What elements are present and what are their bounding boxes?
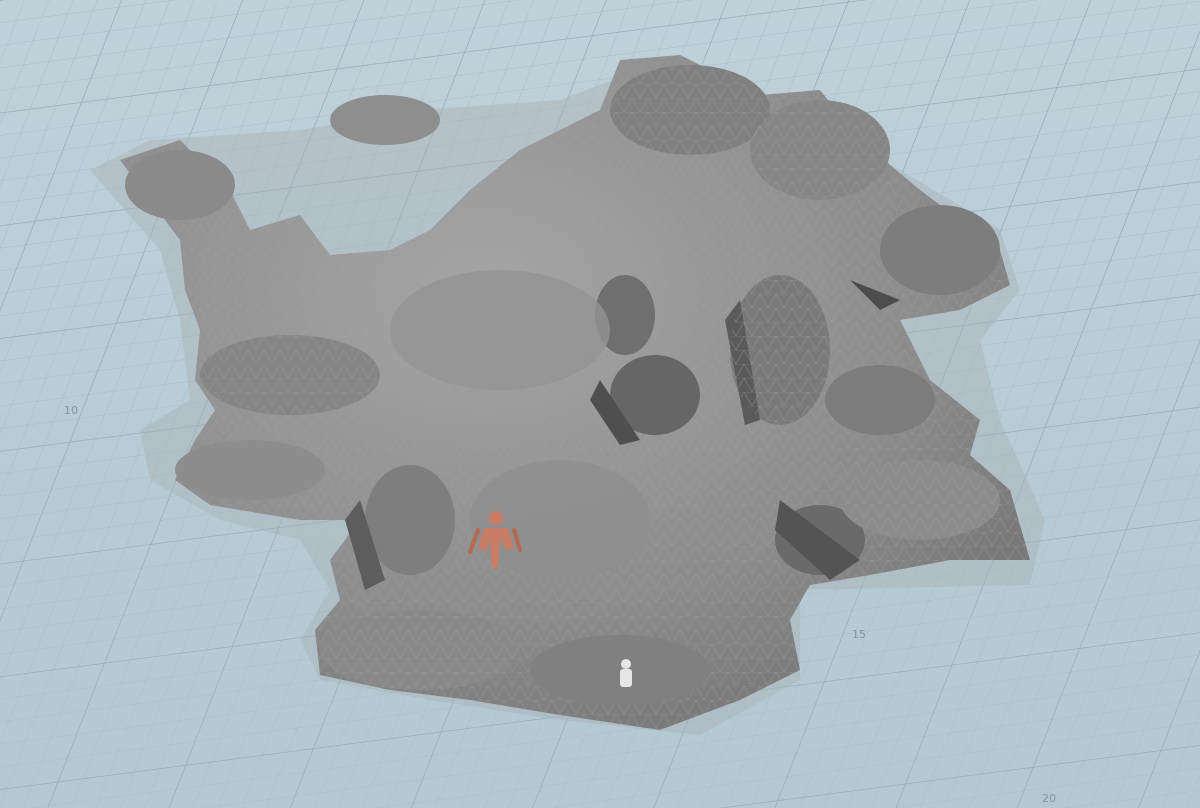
rock-cluster <box>880 205 1000 295</box>
3d-viewport[interactable]: 10 15 20 <box>0 0 1200 808</box>
grid-label-20: 20 <box>1042 792 1056 805</box>
rock-cluster <box>390 270 610 390</box>
viewport-scene[interactable] <box>0 0 1200 808</box>
grid-label-15: 15 <box>852 628 866 641</box>
rock-cluster <box>365 465 455 575</box>
rock-cluster <box>125 150 235 220</box>
rock-cluster <box>330 95 440 145</box>
reference-figure[interactable] <box>620 659 632 687</box>
rock-cluster <box>175 440 325 500</box>
rock-cluster <box>825 365 935 435</box>
grid-label-10: 10 <box>64 404 78 417</box>
rock-cluster <box>530 635 710 705</box>
